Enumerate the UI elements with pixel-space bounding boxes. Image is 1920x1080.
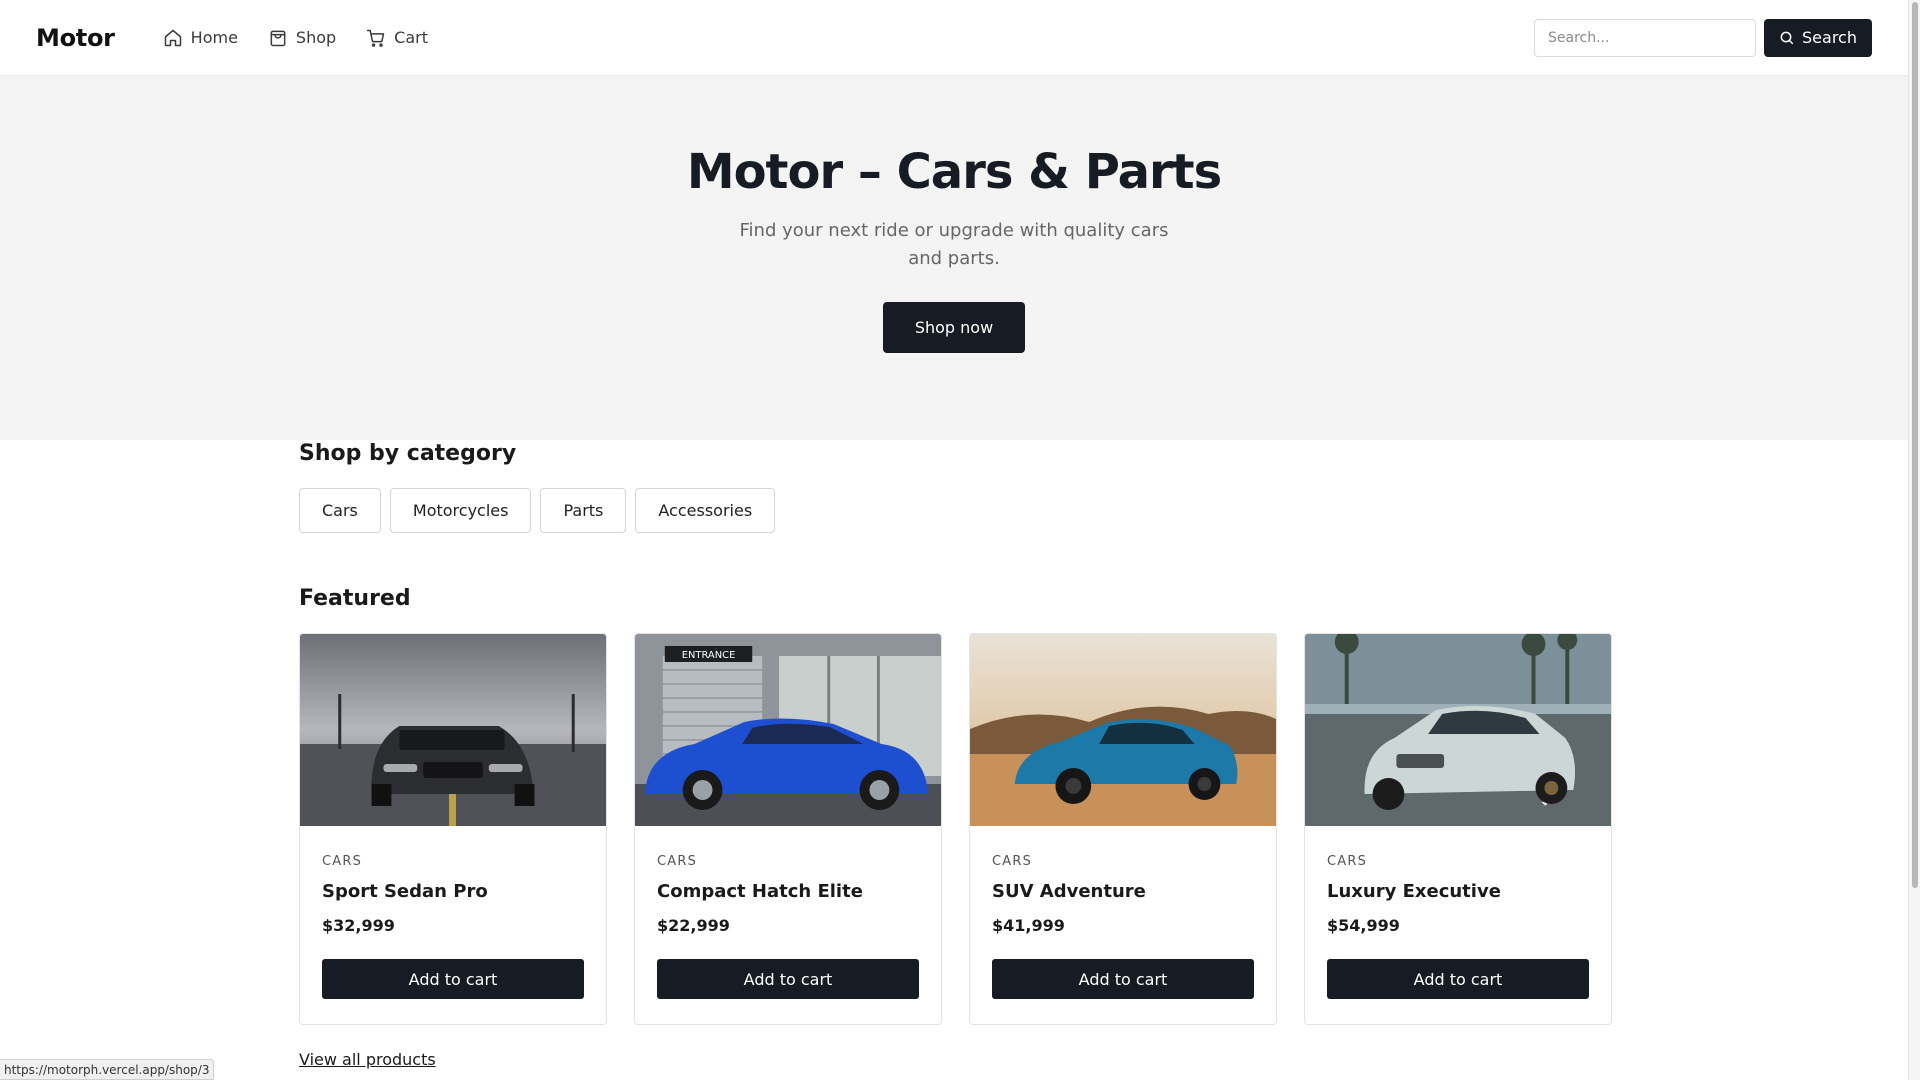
top-navbar: Motor Home Shop Cart Search... Search bbox=[0, 0, 1908, 76]
category-list: Cars Motorcycles Parts Accessories bbox=[299, 488, 776, 533]
search-button[interactable]: Search bbox=[1764, 18, 1872, 57]
product-category: CARS bbox=[657, 854, 698, 869]
product-image bbox=[970, 634, 1276, 826]
home-icon bbox=[164, 29, 181, 46]
product-card[interactable]: CARS Sport Sedan Pro $32,999 Add to cart bbox=[299, 633, 607, 1025]
product-price: $41,999 bbox=[992, 916, 1065, 935]
main-nav: Home Shop Cart bbox=[163, 28, 428, 48]
search-icon bbox=[1780, 31, 1794, 44]
product-name[interactable]: Sport Sedan Pro bbox=[322, 881, 584, 902]
cart-icon bbox=[367, 29, 385, 47]
page-scrollbar[interactable] bbox=[1908, 0, 1920, 1080]
product-image bbox=[300, 634, 606, 826]
product-price: $32,999 bbox=[322, 916, 395, 935]
category-motorcycles-button[interactable]: Motorcycles bbox=[389, 488, 532, 533]
add-to-cart-button[interactable]: Add to cart bbox=[992, 959, 1254, 999]
product-name[interactable]: Compact Hatch Elite bbox=[657, 881, 919, 902]
product-card[interactable]: CARS Luxury Executive $54,999 Add to car… bbox=[1304, 633, 1612, 1025]
hero-title: Motor – Cars & Parts bbox=[686, 144, 1222, 200]
product-card[interactable]: ENTRANCE CARS Compact Hatch Elite $22,99… bbox=[634, 633, 942, 1025]
search-input[interactable] bbox=[1534, 18, 1756, 57]
product-category: CARS bbox=[992, 854, 1033, 869]
product-card[interactable]: CARS SUV Adventure $41,999 Add to cart bbox=[969, 633, 1277, 1025]
hero-subtitle: Find your next ride or upgrade with qual… bbox=[739, 220, 1169, 269]
add-to-cart-button[interactable]: Add to cart bbox=[322, 959, 584, 999]
shopping-bag-icon bbox=[270, 30, 286, 46]
hero-banner: Motor – Cars & Parts Find your next ride… bbox=[0, 76, 1908, 440]
entrance-sign: ENTRANCE bbox=[682, 650, 736, 661]
product-image bbox=[1305, 634, 1611, 826]
shop-now-button[interactable]: Shop now bbox=[883, 302, 1025, 353]
product-price: $54,999 bbox=[1327, 916, 1400, 935]
nav-label-home: Home bbox=[190, 28, 238, 47]
site-logo[interactable]: Motor bbox=[36, 24, 115, 52]
nav-label-cart: Cart bbox=[394, 28, 428, 47]
product-grid: CARS Sport Sedan Pro $32,999 Add to cart… bbox=[299, 633, 1612, 1025]
search-area: Search bbox=[1534, 18, 1872, 57]
product-image: ENTRANCE bbox=[635, 634, 941, 826]
category-parts-button[interactable]: Parts bbox=[540, 488, 627, 533]
add-to-cart-button[interactable]: Add to cart bbox=[657, 959, 919, 999]
category-cars-button[interactable]: Cars bbox=[299, 488, 381, 533]
featured-heading: Featured bbox=[299, 586, 411, 611]
search-button-label: Search bbox=[1802, 28, 1857, 47]
product-category: CARS bbox=[322, 854, 363, 869]
scrollbar-thumb[interactable] bbox=[1912, 2, 1918, 888]
product-name[interactable]: SUV Adventure bbox=[992, 881, 1254, 902]
product-category: CARS bbox=[1327, 854, 1368, 869]
view-all-products-link[interactable]: View all products bbox=[299, 1050, 436, 1069]
nav-item-cart[interactable]: Cart bbox=[366, 28, 428, 48]
product-price: $22,999 bbox=[657, 916, 730, 935]
nav-label-shop: Shop bbox=[295, 28, 337, 47]
nav-item-home[interactable]: Home bbox=[163, 28, 238, 48]
category-accessories-button[interactable]: Accessories bbox=[635, 488, 776, 533]
add-to-cart-button[interactable]: Add to cart bbox=[1327, 959, 1589, 999]
status-bar-url: https://motorph.vercel.app/shop/3 bbox=[0, 1059, 215, 1080]
product-name[interactable]: Luxury Executive bbox=[1327, 881, 1589, 902]
categories-heading: Shop by category bbox=[299, 441, 517, 466]
nav-item-shop[interactable]: Shop bbox=[268, 28, 336, 48]
